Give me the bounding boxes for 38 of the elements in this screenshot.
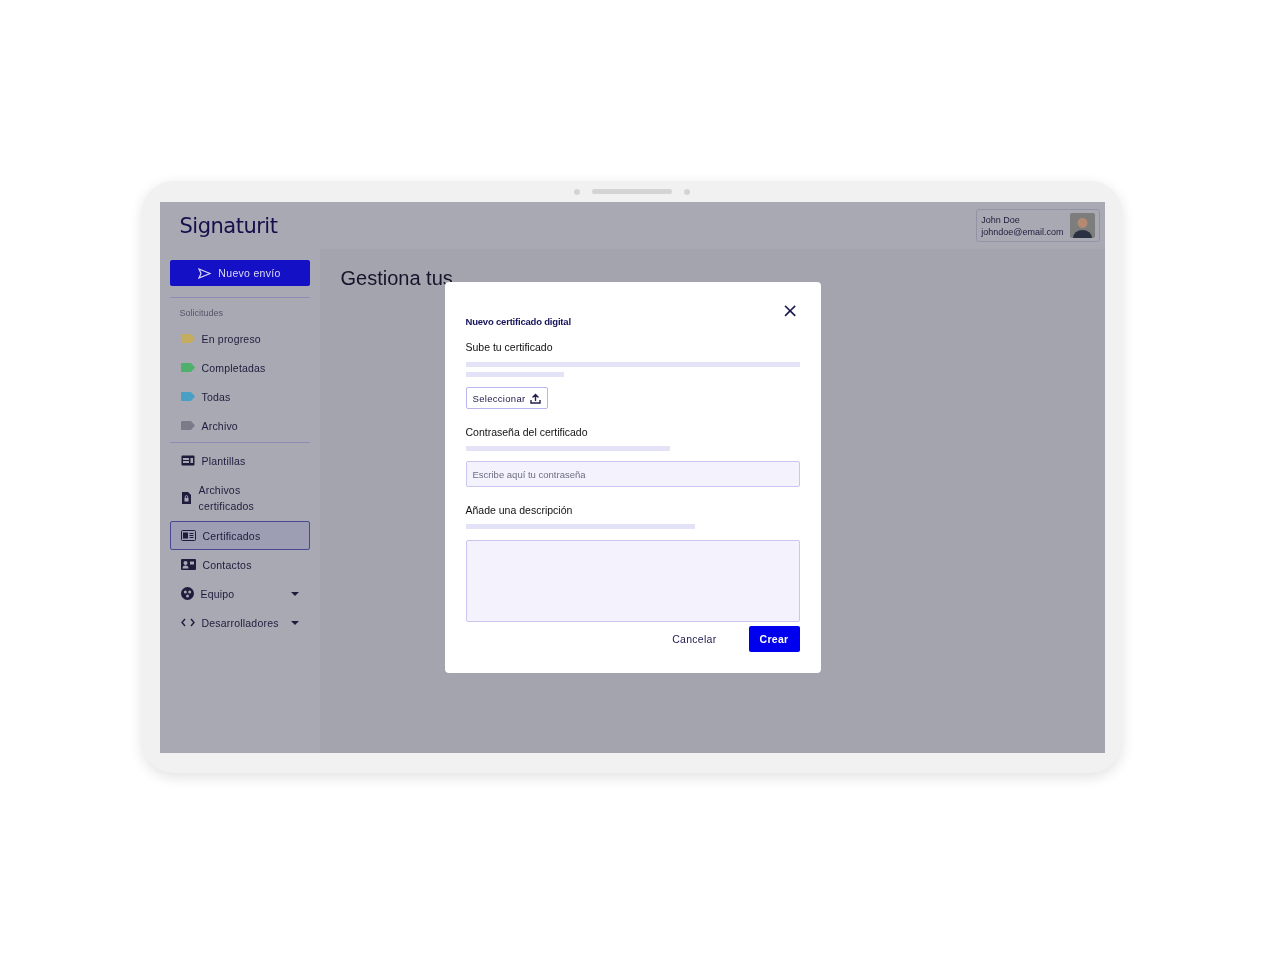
description-field[interactable] xyxy=(465,540,800,622)
send-icon xyxy=(198,267,212,279)
password-field[interactable]: Escribe aquí tu contraseña xyxy=(465,461,800,487)
nav-item[interactable]: Completadas xyxy=(169,353,310,382)
nav-item[interactable]: Contactos xyxy=(169,550,310,579)
contact-card-icon xyxy=(180,559,196,570)
logo: Signaturit xyxy=(179,213,278,238)
nav-item[interactable]: Plantillas xyxy=(169,446,310,475)
lock-file-icon xyxy=(180,491,192,505)
cancel-button[interactable]: Cancelar xyxy=(661,626,728,652)
nav-item[interactable]: Equipo xyxy=(169,579,310,608)
id-card-icon xyxy=(180,530,196,541)
code-icon xyxy=(180,618,195,627)
sensor-icon xyxy=(684,188,690,195)
field-label: Sube tu certificado xyxy=(465,341,554,353)
user-email: johndoe@email.com xyxy=(981,226,1064,237)
team-icon xyxy=(180,587,194,600)
dialog-title: Nuevo certificado digital xyxy=(465,316,572,327)
user-menu[interactable]: John Doe johndoe@email.com xyxy=(976,209,1100,242)
field-label: Contraseña del certificado xyxy=(465,426,589,438)
nav-item[interactable]: En progreso xyxy=(169,324,310,353)
upload-icon xyxy=(530,392,542,404)
nav-item[interactable]: Desarrolladores xyxy=(169,608,310,637)
template-icon xyxy=(180,455,195,466)
avatar-icon xyxy=(1069,213,1095,238)
new-send-button[interactable]: Nuevo envío xyxy=(169,260,310,286)
camera-icon xyxy=(574,188,580,195)
user-name: John Doe xyxy=(981,214,1021,225)
create-button[interactable]: Crear xyxy=(748,626,800,652)
nav-item[interactable]: Certificados xyxy=(169,521,310,550)
select-button[interactable]: Seleccionar xyxy=(465,387,549,409)
nav-item[interactable]: Archivos certificados xyxy=(169,475,310,521)
field-label: Añade una descripción xyxy=(465,504,574,516)
section-title: Solicitudes xyxy=(178,307,225,320)
nav-item[interactable]: Todas xyxy=(169,382,310,411)
close-button[interactable]: × xyxy=(779,300,801,320)
nav-item[interactable]: Archivo xyxy=(169,411,310,440)
speaker-icon xyxy=(592,189,672,194)
